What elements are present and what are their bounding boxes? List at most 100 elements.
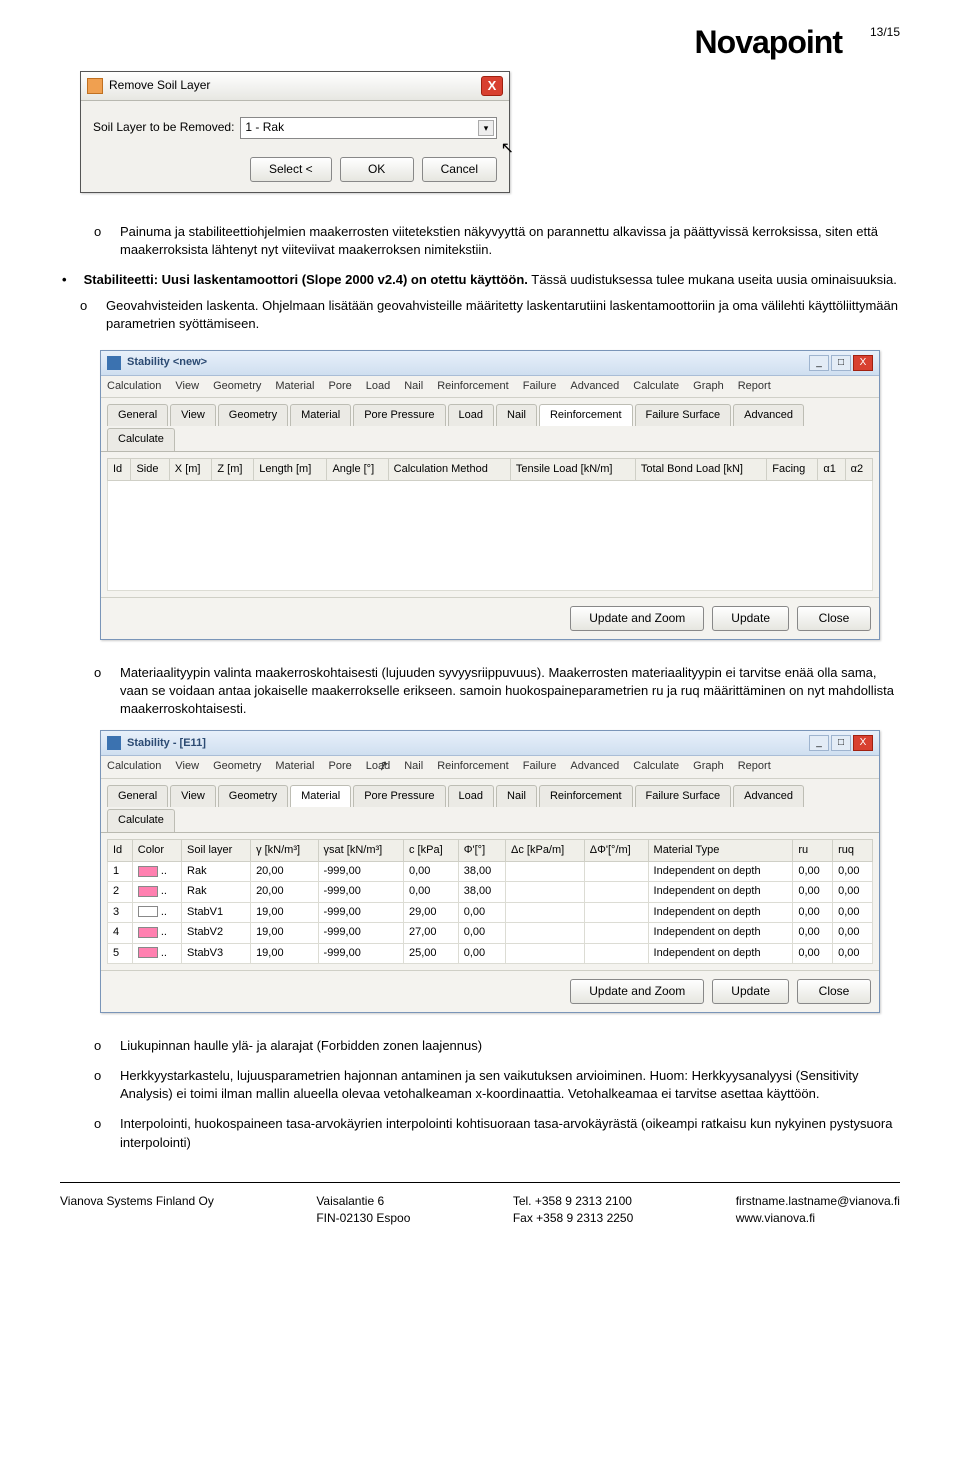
column-header[interactable]: α1 [818, 458, 845, 480]
tab-material[interactable]: Material [290, 404, 351, 426]
tab-pore-pressure[interactable]: Pore Pressure [353, 785, 445, 807]
menu-item[interactable]: Nail [404, 759, 423, 774]
close-icon[interactable]: X [853, 355, 873, 371]
reinforcement-table[interactable]: IdSideX [m]Z [m]Length [m]Angle [°]Calcu… [107, 458, 873, 591]
dialog-titlebar[interactable]: Remove Soil Layer X [81, 72, 509, 101]
column-header[interactable]: Calculation Method [388, 458, 510, 480]
tab-nail[interactable]: Nail [496, 785, 537, 807]
tab-nail[interactable]: Nail [496, 404, 537, 426]
ok-button[interactable]: OK [340, 157, 414, 182]
select-button[interactable]: Select < [250, 157, 332, 182]
minimize-icon[interactable]: _ [809, 735, 829, 751]
table-row[interactable]: 5 ..StabV319,00-999,0025,000,00Independe… [108, 943, 873, 963]
tab-reinforcement[interactable]: Reinforcement [539, 404, 633, 426]
menu-item[interactable]: Reinforcement [437, 759, 509, 774]
column-header[interactable]: Z [m] [212, 458, 254, 480]
update-button[interactable]: Update [712, 979, 789, 1004]
close-icon[interactable]: X [481, 76, 503, 96]
tab-view[interactable]: View [170, 785, 216, 807]
table-row[interactable]: 4 ..StabV219,00-999,0027,000,00Independe… [108, 923, 873, 943]
column-header[interactable]: Color [132, 839, 181, 861]
column-header[interactable]: Tensile Load [kN/m] [510, 458, 635, 480]
column-header[interactable]: X [m] [169, 458, 212, 480]
cancel-button[interactable]: Cancel [422, 157, 497, 182]
menu-item[interactable]: Pore [329, 379, 352, 394]
column-header[interactable]: Total Bond Load [kN] [635, 458, 766, 480]
menu-item[interactable]: Material [275, 759, 314, 774]
maximize-icon[interactable]: □ [831, 735, 851, 751]
menu-item[interactable]: Graph [693, 379, 724, 394]
menu-item[interactable]: Report [738, 759, 771, 774]
menu-item[interactable]: Material [275, 379, 314, 394]
soil-layer-combo[interactable]: 1 - Rak ▾ ↖ [240, 117, 497, 139]
menu-item[interactable]: Pore [329, 759, 352, 774]
column-header[interactable]: Length [m] [254, 458, 327, 480]
tab-reinforcement[interactable]: Reinforcement [539, 785, 633, 807]
table-row[interactable]: 1 ..Rak20,00-999,000,0038,00Independent … [108, 862, 873, 882]
tab-failure-surface[interactable]: Failure Surface [635, 785, 732, 807]
tab-calculate[interactable]: Calculate [107, 428, 175, 450]
material-table[interactable]: IdColorSoil layerγ [kN/m³]γsat [kN/m³]c … [107, 839, 873, 964]
menu-item[interactable]: Geometry [213, 379, 261, 394]
close-icon[interactable]: X [853, 735, 873, 751]
update-button[interactable]: Update [712, 606, 789, 631]
menu-item[interactable]: Failure [523, 759, 557, 774]
column-header[interactable]: c [kPa] [404, 839, 459, 861]
tab-general[interactable]: General [107, 404, 168, 426]
column-header[interactable]: Φ'[°] [458, 839, 505, 861]
tab-general[interactable]: General [107, 785, 168, 807]
window-titlebar[interactable]: Stability - [E11] _ □ X [101, 731, 879, 756]
tab-calculate[interactable]: Calculate [107, 809, 175, 831]
menu-item[interactable]: Calculation [107, 759, 161, 774]
close-button[interactable]: Close [797, 606, 871, 631]
update-zoom-button[interactable]: Update and Zoom [570, 979, 704, 1004]
tab-geometry[interactable]: Geometry [218, 785, 288, 807]
column-header[interactable]: Id [108, 839, 133, 861]
maximize-icon[interactable]: □ [831, 355, 851, 371]
close-button[interactable]: Close [797, 979, 871, 1004]
column-header[interactable]: Soil layer [182, 839, 251, 861]
column-header[interactable]: Id [108, 458, 131, 480]
tab-geometry[interactable]: Geometry [218, 404, 288, 426]
menu-item[interactable]: Reinforcement [437, 379, 509, 394]
menu-item[interactable]: Advanced [570, 379, 619, 394]
color-cell[interactable]: .. [132, 943, 181, 963]
menu-item[interactable]: Report [738, 379, 771, 394]
menu-item[interactable]: Advanced [570, 759, 619, 774]
table-row[interactable]: 2 ..Rak20,00-999,000,0038,00Independent … [108, 882, 873, 902]
tab-pore-pressure[interactable]: Pore Pressure [353, 404, 445, 426]
column-header[interactable]: ru [793, 839, 833, 861]
menu-item[interactable]: View [175, 379, 199, 394]
column-header[interactable]: γ [kN/m³] [251, 839, 318, 861]
column-header[interactable]: γsat [kN/m³] [318, 839, 403, 861]
tab-load[interactable]: Load [448, 785, 494, 807]
color-cell[interactable]: .. [132, 862, 181, 882]
column-header[interactable]: Angle [°] [327, 458, 388, 480]
minimize-icon[interactable]: _ [809, 355, 829, 371]
column-header[interactable]: Facing [767, 458, 818, 480]
menu-item[interactable]: Nail [404, 379, 423, 394]
menu-item[interactable]: Calculate [633, 759, 679, 774]
menu-item[interactable]: View [175, 759, 199, 774]
menu-item[interactable]: Calculation [107, 379, 161, 394]
menu-item[interactable]: Calculate [633, 379, 679, 394]
tab-advanced[interactable]: Advanced [733, 404, 804, 426]
column-header[interactable]: α2 [845, 458, 872, 480]
tab-material[interactable]: Material [290, 785, 351, 807]
window-titlebar[interactable]: Stability <new> _ □ X [101, 351, 879, 376]
color-cell[interactable]: .. [132, 882, 181, 902]
column-header[interactable]: ruq [833, 839, 873, 861]
menu-item[interactable]: Failure [523, 379, 557, 394]
color-cell[interactable]: .. [132, 923, 181, 943]
column-header[interactable]: Material Type [648, 839, 793, 861]
menu-item[interactable]: Load [366, 379, 390, 394]
column-header[interactable]: Side [131, 458, 169, 480]
tab-advanced[interactable]: Advanced [733, 785, 804, 807]
menu-item[interactable]: Graph [693, 759, 724, 774]
menu-item[interactable]: Load [366, 759, 390, 774]
color-cell[interactable]: .. [132, 902, 181, 922]
table-row[interactable]: 3 ..StabV119,00-999,0029,000,00Independe… [108, 902, 873, 922]
chevron-down-icon[interactable]: ▾ [478, 120, 494, 136]
tab-failure-surface[interactable]: Failure Surface [635, 404, 732, 426]
tab-load[interactable]: Load [448, 404, 494, 426]
